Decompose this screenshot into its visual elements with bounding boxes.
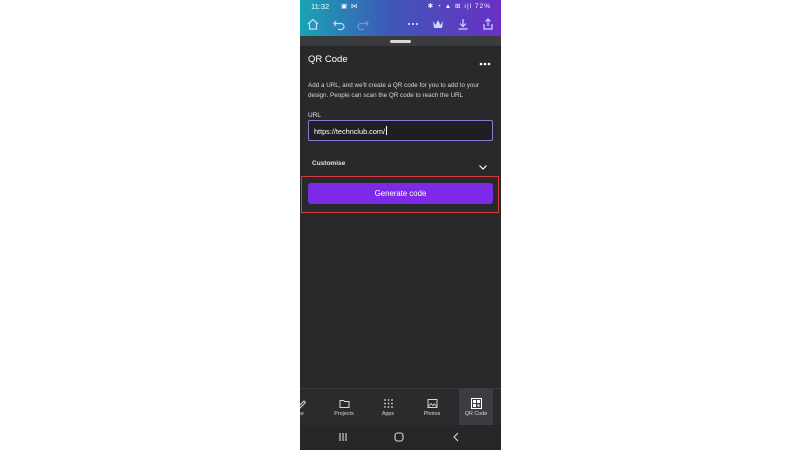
url-input-value: https://technclub.com/ <box>314 127 385 136</box>
nav-qr-code-label: QR Code <box>464 411 488 417</box>
share-icon[interactable] <box>481 17 495 31</box>
panel-more-icon[interactable] <box>478 55 492 66</box>
editor-top-bar: 11:32 ▣ ⋈ ✱ ◔ ▲ ⊞ ı|l 72% <box>300 0 501 36</box>
nav-apps-label: Apps <box>381 411 395 417</box>
highlight-box <box>301 176 499 213</box>
folder-icon <box>339 400 349 408</box>
recent-apps-icon[interactable] <box>337 431 349 443</box>
nav-item-projects[interactable]: Projects <box>328 389 360 426</box>
phone-screen: 11:32 ▣ ⋈ ✱ ◔ ▲ ⊞ ı|l 72% QR Code Add a … <box>300 0 501 450</box>
nav-photos-label: Photos <box>423 411 441 417</box>
customise-dropdown[interactable]: Customise <box>312 159 490 171</box>
download-icon[interactable] <box>456 17 470 31</box>
url-label: URL <box>308 112 322 119</box>
panel-description: Add a URL, and we'll create a QR code fo… <box>308 82 479 99</box>
redo-icon[interactable] <box>356 17 370 31</box>
url-input[interactable]: https://technclub.com/ <box>308 120 493 141</box>
nav-item-partial[interactable]: se <box>300 389 308 426</box>
status-time: 11:32 <box>311 2 330 11</box>
battery-level: 72% <box>474 3 491 10</box>
nav-item-apps[interactable]: Apps <box>375 389 401 426</box>
drag-handle[interactable] <box>390 40 411 43</box>
bottom-navigation: se Projects Apps Photos <box>300 388 501 426</box>
panel-title: QR Code <box>308 54 348 65</box>
nav-item-qr-code[interactable]: QR Code <box>459 389 493 426</box>
undo-icon[interactable] <box>332 17 346 31</box>
status-left-icons: ▣ ⋈ <box>341 3 359 10</box>
customise-label: Customise <box>312 160 346 167</box>
status-bar: 11:32 ▣ ⋈ ✱ ◔ ▲ ⊞ ı|l 72% <box>300 0 501 12</box>
system-navigation-bar <box>300 425 501 450</box>
home-button-icon[interactable] <box>393 431 405 443</box>
crown-icon[interactable] <box>431 17 445 31</box>
editor-toolbar <box>300 14 501 34</box>
more-options-icon[interactable] <box>406 17 420 31</box>
text-caret <box>385 126 387 135</box>
apps-grid-icon <box>383 399 393 408</box>
back-icon[interactable] <box>450 431 462 443</box>
chevron-down-icon <box>478 159 488 170</box>
nav-item-photos[interactable]: Photos <box>418 389 446 426</box>
nav-projects-label: Projects <box>334 411 354 417</box>
status-right-icons: ✱ ◔ ▲ ⊞ ı|l <box>427 3 473 10</box>
qr-code-icon <box>470 398 482 409</box>
home-icon[interactable] <box>306 17 320 31</box>
image-icon <box>427 399 437 408</box>
nav-partial-label: se <box>300 411 304 417</box>
status-right: ✱ ◔ ▲ ⊞ ı|l 72% <box>428 2 491 10</box>
